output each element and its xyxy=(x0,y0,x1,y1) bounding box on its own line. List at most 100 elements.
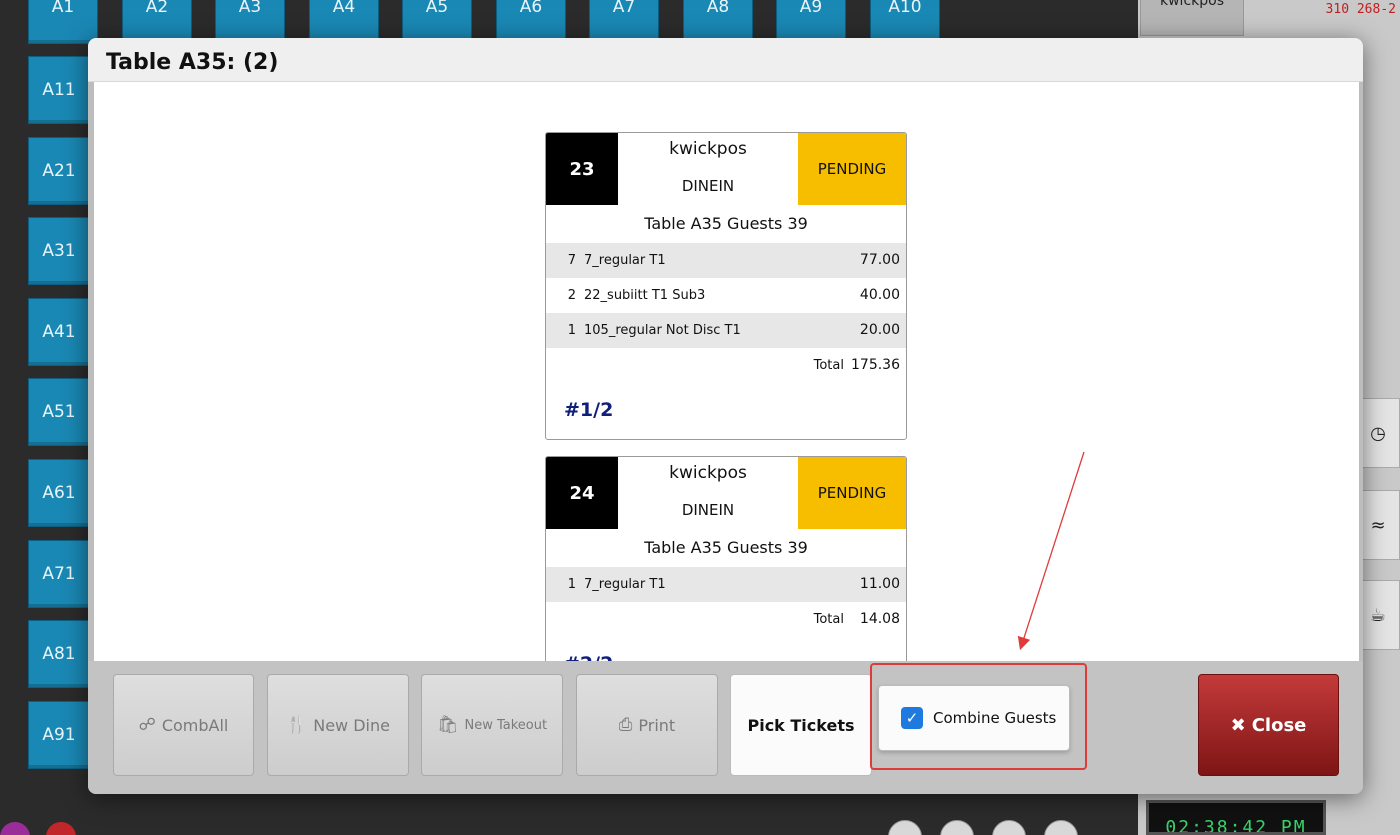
table-tile-label: A3 xyxy=(238,0,262,17)
new-dine-label: New Dine xyxy=(313,715,390,735)
item-qty: 7 xyxy=(567,253,576,268)
printer-icon: ⎙ xyxy=(618,715,633,735)
table-tile-a51[interactable]: A51 xyxy=(28,378,90,447)
table-tile-label: A6 xyxy=(519,0,543,17)
table-tile-a1[interactable]: A1 xyxy=(28,0,98,44)
ticket-header: 23 kwickpos DINEIN PENDING xyxy=(546,133,906,205)
pick-tickets-button[interactable]: Pick Tickets xyxy=(730,674,872,776)
close-label: Close xyxy=(1251,714,1307,736)
ticket-order-type: DINEIN xyxy=(681,177,735,195)
table-tile-label: A9 xyxy=(799,0,823,17)
table-tile-label: A7 xyxy=(612,0,636,17)
new-takeout-label: New Takeout xyxy=(464,717,548,733)
utensils-icon: 🍴 xyxy=(286,715,308,735)
item-amount: 20.00 xyxy=(859,322,900,338)
comb-all-label: CombAll xyxy=(161,715,229,735)
table-tile-a41[interactable]: A41 xyxy=(28,297,90,366)
table-tile-label: A10 xyxy=(888,0,922,17)
table-modal: Table A35: (2) 23 kwickpos DINEIN PENDIN… xyxy=(88,38,1363,794)
ticket-number: 23 xyxy=(546,133,618,205)
modal-header: Table A35: (2) xyxy=(88,38,1363,82)
close-button[interactable]: ✖ Close xyxy=(1198,674,1339,776)
table-tile-label: A71 xyxy=(42,563,76,584)
item-name: 7_regular T1 xyxy=(584,253,666,268)
table-tile-label: A2 xyxy=(145,0,169,17)
ticket-item-row: 2 22_subiitt T1 Sub3 40.00 xyxy=(546,278,906,313)
phone-number: 310 268-2 xyxy=(1325,2,1396,17)
user-label: kwickpos xyxy=(1160,0,1224,9)
total-value: 14.08 xyxy=(859,611,900,627)
pick-tickets-label: Pick Tickets xyxy=(747,715,855,735)
item-name: 22_subiitt T1 Sub3 xyxy=(584,288,706,303)
table-tile-label: A41 xyxy=(42,321,76,342)
table-tile-label: A11 xyxy=(42,80,76,100)
dollar-icon[interactable] xyxy=(992,820,1026,835)
total-value: 175.36 xyxy=(851,357,900,373)
user-tab[interactable]: kwickpos xyxy=(1140,0,1244,36)
table-tile-label: A81 xyxy=(42,644,76,665)
ticket-order-type: DINEIN xyxy=(681,501,735,519)
bag-icon: 🛍 xyxy=(436,715,459,735)
table-tile-a81[interactable]: A81 xyxy=(28,620,90,689)
link-icon: ☍ xyxy=(138,715,156,735)
total-label: Total xyxy=(813,358,844,373)
status-dot-red xyxy=(46,822,76,835)
table-tile-a21[interactable]: A21 xyxy=(28,136,90,205)
table-tile-a11[interactable]: A11 xyxy=(28,56,90,124)
table-tile-label: A1 xyxy=(51,0,75,17)
combine-guests-label: Combine Guests xyxy=(933,709,1057,727)
tag-icon[interactable] xyxy=(940,820,974,835)
print-label: Print xyxy=(638,715,676,735)
new-takeout-button[interactable]: 🛍 New Takeout xyxy=(421,674,563,776)
ticket-card[interactable]: 23 kwickpos DINEIN PENDING Table A35 Gue… xyxy=(545,132,907,440)
status-dot-purple xyxy=(0,822,30,835)
combine-guests-toggle[interactable]: ✓ Combine Guests xyxy=(878,685,1070,751)
ticket-status-badge: PENDING xyxy=(798,133,906,205)
ticket-list: 23 kwickpos DINEIN PENDING Table A35 Gue… xyxy=(94,82,1359,694)
new-dine-button[interactable]: 🍴 New Dine xyxy=(267,674,409,776)
ticket-footer: #1/2 xyxy=(546,383,906,439)
ticket-table-line: Table A35 Guests 39 xyxy=(644,214,808,233)
ticket-item-row: 1 7_regular T1 11.00 xyxy=(546,567,906,602)
table-tile-label: A21 xyxy=(42,160,76,181)
ticket-store: kwickpos xyxy=(669,139,747,159)
table-tile-label: A4 xyxy=(332,0,356,17)
ticket-header: 24 kwickpos DINEIN PENDING xyxy=(546,457,906,529)
table-tile-label: A31 xyxy=(42,241,76,262)
table-tile-label: A5 xyxy=(425,0,449,17)
table-tile-label: A8 xyxy=(706,0,730,17)
modal-title: Table A35: (2) xyxy=(106,50,279,75)
item-name: 7_regular T1 xyxy=(584,577,666,592)
ticket-status-badge: PENDING xyxy=(798,457,906,529)
ticket-total: Total 14.08 xyxy=(546,602,906,637)
modal-footer: ☍ CombAll 🍴 New Dine 🛍 New Takeout ⎙ Pri… xyxy=(88,661,1363,794)
item-amount: 11.00 xyxy=(859,576,900,592)
table-tile-a71[interactable]: A71 xyxy=(28,539,90,608)
ticket-item-row: 1 105_regular Not Disc T1 20.00 xyxy=(546,313,906,348)
clock-display: 02:38:42 PM xyxy=(1146,800,1326,835)
item-amount: 77.00 xyxy=(859,252,900,268)
ticket-card[interactable]: 24 kwickpos DINEIN PENDING Table A35 Gue… xyxy=(545,456,907,694)
item-qty: 2 xyxy=(567,288,576,303)
ticket-table-line: Table A35 Guests 39 xyxy=(644,538,808,557)
total-label: Total xyxy=(813,612,844,627)
item-qty: 1 xyxy=(567,323,576,338)
print-button[interactable]: ⎙ Print xyxy=(576,674,718,776)
table-tile-label: A61 xyxy=(42,483,76,503)
table-tile-a31[interactable]: A31 xyxy=(28,217,90,286)
comb-all-button[interactable]: ☍ CombAll xyxy=(113,674,254,776)
person-icon[interactable] xyxy=(888,820,922,835)
ticket-item-row: 7 7_regular T1 77.00 xyxy=(546,243,906,278)
ticket-total: Total 175.36 xyxy=(546,348,906,383)
item-amount: 40.00 xyxy=(859,287,900,303)
table-tile-label: A51 xyxy=(42,402,76,423)
help-icon[interactable] xyxy=(1044,820,1078,835)
table-tile-a61[interactable]: A61 xyxy=(28,459,90,527)
table-tile-a91[interactable]: A91 xyxy=(28,700,90,769)
ticket-number: 24 xyxy=(546,457,618,529)
combine-guests-checkbox[interactable]: ✓ xyxy=(901,707,923,729)
item-qty: 1 xyxy=(567,577,576,592)
close-icon: ✖ xyxy=(1230,714,1246,736)
item-name: 105_regular Not Disc T1 xyxy=(584,323,741,338)
table-tile-label: A91 xyxy=(42,724,76,745)
